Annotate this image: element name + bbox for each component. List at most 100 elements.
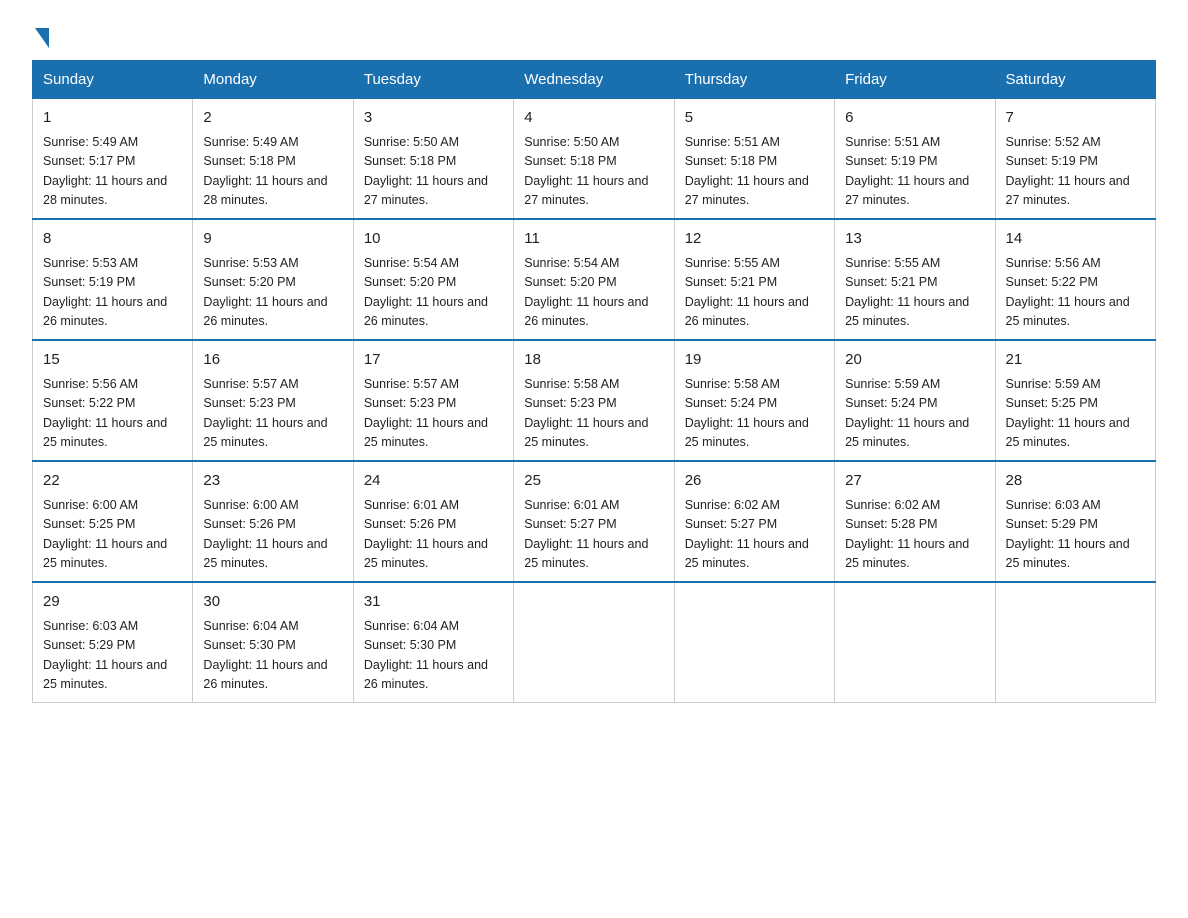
table-row: 4 Sunrise: 5:50 AMSunset: 5:18 PMDayligh… bbox=[514, 99, 674, 220]
day-info: Sunrise: 6:02 AMSunset: 5:28 PMDaylight:… bbox=[845, 498, 969, 571]
table-row bbox=[835, 582, 995, 703]
day-number: 25 bbox=[524, 470, 663, 492]
table-row bbox=[674, 582, 834, 703]
col-friday: Friday bbox=[835, 61, 995, 99]
day-info: Sunrise: 5:55 AMSunset: 5:21 PMDaylight:… bbox=[845, 256, 969, 329]
table-row: 6 Sunrise: 5:51 AMSunset: 5:19 PMDayligh… bbox=[835, 99, 995, 220]
day-number: 22 bbox=[43, 470, 182, 492]
day-number: 11 bbox=[524, 228, 663, 250]
day-info: Sunrise: 6:01 AMSunset: 5:27 PMDaylight:… bbox=[524, 498, 648, 571]
day-number: 13 bbox=[845, 228, 984, 250]
table-row: 27 Sunrise: 6:02 AMSunset: 5:28 PMDaylig… bbox=[835, 461, 995, 582]
day-info: Sunrise: 5:50 AMSunset: 5:18 PMDaylight:… bbox=[364, 135, 488, 208]
day-info: Sunrise: 5:54 AMSunset: 5:20 PMDaylight:… bbox=[364, 256, 488, 329]
table-row: 23 Sunrise: 6:00 AMSunset: 5:26 PMDaylig… bbox=[193, 461, 353, 582]
day-info: Sunrise: 5:49 AMSunset: 5:17 PMDaylight:… bbox=[43, 135, 167, 208]
col-monday: Monday bbox=[193, 61, 353, 99]
col-thursday: Thursday bbox=[674, 61, 834, 99]
calendar-week-row: 1 Sunrise: 5:49 AMSunset: 5:17 PMDayligh… bbox=[33, 99, 1156, 220]
day-number: 3 bbox=[364, 107, 503, 129]
day-info: Sunrise: 6:00 AMSunset: 5:25 PMDaylight:… bbox=[43, 498, 167, 571]
day-number: 29 bbox=[43, 591, 182, 613]
day-info: Sunrise: 5:58 AMSunset: 5:24 PMDaylight:… bbox=[685, 377, 809, 450]
table-row: 10 Sunrise: 5:54 AMSunset: 5:20 PMDaylig… bbox=[353, 219, 513, 340]
day-number: 30 bbox=[203, 591, 342, 613]
table-row bbox=[995, 582, 1155, 703]
day-info: Sunrise: 5:55 AMSunset: 5:21 PMDaylight:… bbox=[685, 256, 809, 329]
day-number: 6 bbox=[845, 107, 984, 129]
day-info: Sunrise: 5:56 AMSunset: 5:22 PMDaylight:… bbox=[43, 377, 167, 450]
day-info: Sunrise: 5:53 AMSunset: 5:20 PMDaylight:… bbox=[203, 256, 327, 329]
table-row: 19 Sunrise: 5:58 AMSunset: 5:24 PMDaylig… bbox=[674, 340, 834, 461]
logo-arrow-icon bbox=[35, 28, 49, 48]
col-sunday: Sunday bbox=[33, 61, 193, 99]
table-row: 17 Sunrise: 5:57 AMSunset: 5:23 PMDaylig… bbox=[353, 340, 513, 461]
day-number: 14 bbox=[1006, 228, 1145, 250]
day-info: Sunrise: 5:59 AMSunset: 5:24 PMDaylight:… bbox=[845, 377, 969, 450]
table-row: 26 Sunrise: 6:02 AMSunset: 5:27 PMDaylig… bbox=[674, 461, 834, 582]
day-info: Sunrise: 5:51 AMSunset: 5:18 PMDaylight:… bbox=[685, 135, 809, 208]
day-number: 12 bbox=[685, 228, 824, 250]
day-info: Sunrise: 5:52 AMSunset: 5:19 PMDaylight:… bbox=[1006, 135, 1130, 208]
col-tuesday: Tuesday bbox=[353, 61, 513, 99]
day-number: 20 bbox=[845, 349, 984, 371]
day-number: 2 bbox=[203, 107, 342, 129]
day-number: 18 bbox=[524, 349, 663, 371]
table-row: 7 Sunrise: 5:52 AMSunset: 5:19 PMDayligh… bbox=[995, 99, 1155, 220]
col-wednesday: Wednesday bbox=[514, 61, 674, 99]
day-info: Sunrise: 6:03 AMSunset: 5:29 PMDaylight:… bbox=[1006, 498, 1130, 571]
table-row: 21 Sunrise: 5:59 AMSunset: 5:25 PMDaylig… bbox=[995, 340, 1155, 461]
table-row: 29 Sunrise: 6:03 AMSunset: 5:29 PMDaylig… bbox=[33, 582, 193, 703]
table-row: 5 Sunrise: 5:51 AMSunset: 5:18 PMDayligh… bbox=[674, 99, 834, 220]
table-row: 25 Sunrise: 6:01 AMSunset: 5:27 PMDaylig… bbox=[514, 461, 674, 582]
table-row: 16 Sunrise: 5:57 AMSunset: 5:23 PMDaylig… bbox=[193, 340, 353, 461]
day-info: Sunrise: 5:53 AMSunset: 5:19 PMDaylight:… bbox=[43, 256, 167, 329]
table-row: 30 Sunrise: 6:04 AMSunset: 5:30 PMDaylig… bbox=[193, 582, 353, 703]
day-info: Sunrise: 5:51 AMSunset: 5:19 PMDaylight:… bbox=[845, 135, 969, 208]
day-number: 8 bbox=[43, 228, 182, 250]
day-number: 4 bbox=[524, 107, 663, 129]
table-row: 9 Sunrise: 5:53 AMSunset: 5:20 PMDayligh… bbox=[193, 219, 353, 340]
day-number: 28 bbox=[1006, 470, 1145, 492]
day-number: 16 bbox=[203, 349, 342, 371]
calendar-table: Sunday Monday Tuesday Wednesday Thursday… bbox=[32, 60, 1156, 703]
day-info: Sunrise: 5:57 AMSunset: 5:23 PMDaylight:… bbox=[203, 377, 327, 450]
day-info: Sunrise: 5:50 AMSunset: 5:18 PMDaylight:… bbox=[524, 135, 648, 208]
table-row: 18 Sunrise: 5:58 AMSunset: 5:23 PMDaylig… bbox=[514, 340, 674, 461]
col-saturday: Saturday bbox=[995, 61, 1155, 99]
day-info: Sunrise: 5:54 AMSunset: 5:20 PMDaylight:… bbox=[524, 256, 648, 329]
day-number: 19 bbox=[685, 349, 824, 371]
day-number: 7 bbox=[1006, 107, 1145, 129]
calendar-week-row: 8 Sunrise: 5:53 AMSunset: 5:19 PMDayligh… bbox=[33, 219, 1156, 340]
calendar-week-row: 22 Sunrise: 6:00 AMSunset: 5:25 PMDaylig… bbox=[33, 461, 1156, 582]
day-info: Sunrise: 6:01 AMSunset: 5:26 PMDaylight:… bbox=[364, 498, 488, 571]
table-row bbox=[514, 582, 674, 703]
table-row: 22 Sunrise: 6:00 AMSunset: 5:25 PMDaylig… bbox=[33, 461, 193, 582]
day-number: 1 bbox=[43, 107, 182, 129]
table-row: 2 Sunrise: 5:49 AMSunset: 5:18 PMDayligh… bbox=[193, 99, 353, 220]
day-number: 5 bbox=[685, 107, 824, 129]
table-row: 15 Sunrise: 5:56 AMSunset: 5:22 PMDaylig… bbox=[33, 340, 193, 461]
calendar-header-row: Sunday Monday Tuesday Wednesday Thursday… bbox=[33, 61, 1156, 99]
table-row: 31 Sunrise: 6:04 AMSunset: 5:30 PMDaylig… bbox=[353, 582, 513, 703]
day-number: 26 bbox=[685, 470, 824, 492]
table-row: 8 Sunrise: 5:53 AMSunset: 5:19 PMDayligh… bbox=[33, 219, 193, 340]
table-row: 24 Sunrise: 6:01 AMSunset: 5:26 PMDaylig… bbox=[353, 461, 513, 582]
day-info: Sunrise: 6:00 AMSunset: 5:26 PMDaylight:… bbox=[203, 498, 327, 571]
day-number: 17 bbox=[364, 349, 503, 371]
table-row: 28 Sunrise: 6:03 AMSunset: 5:29 PMDaylig… bbox=[995, 461, 1155, 582]
header bbox=[32, 24, 1156, 48]
day-info: Sunrise: 5:56 AMSunset: 5:22 PMDaylight:… bbox=[1006, 256, 1130, 329]
table-row: 3 Sunrise: 5:50 AMSunset: 5:18 PMDayligh… bbox=[353, 99, 513, 220]
day-info: Sunrise: 6:04 AMSunset: 5:30 PMDaylight:… bbox=[203, 619, 327, 692]
day-number: 10 bbox=[364, 228, 503, 250]
day-number: 24 bbox=[364, 470, 503, 492]
calendar-week-row: 29 Sunrise: 6:03 AMSunset: 5:29 PMDaylig… bbox=[33, 582, 1156, 703]
day-number: 15 bbox=[43, 349, 182, 371]
logo bbox=[32, 24, 49, 48]
day-info: Sunrise: 5:59 AMSunset: 5:25 PMDaylight:… bbox=[1006, 377, 1130, 450]
day-number: 21 bbox=[1006, 349, 1145, 371]
day-info: Sunrise: 6:02 AMSunset: 5:27 PMDaylight:… bbox=[685, 498, 809, 571]
day-info: Sunrise: 6:03 AMSunset: 5:29 PMDaylight:… bbox=[43, 619, 167, 692]
table-row: 14 Sunrise: 5:56 AMSunset: 5:22 PMDaylig… bbox=[995, 219, 1155, 340]
